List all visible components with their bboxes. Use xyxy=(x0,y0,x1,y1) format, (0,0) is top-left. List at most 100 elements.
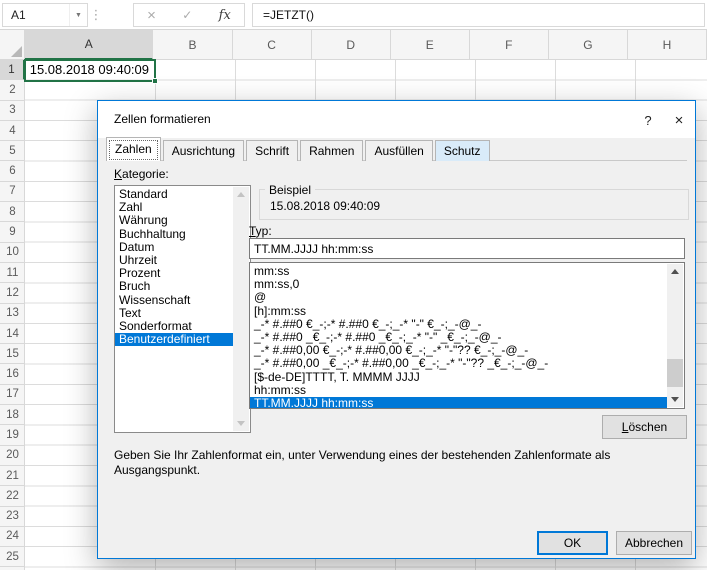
format-item[interactable]: _-* #.##0,00 _€_-;-* #.##0,00 _€_-;_-* "… xyxy=(250,357,667,370)
category-item[interactable]: Währung xyxy=(115,214,233,227)
format-listbox: mm:ssmm:ss,0@[h]:mm:ss_-* #.##0 €_-;-* #… xyxy=(249,262,685,409)
format-item[interactable]: mm:ss xyxy=(250,265,667,278)
dialog-help-button[interactable]: ? xyxy=(634,108,662,132)
category-item[interactable]: Bruch xyxy=(115,280,233,293)
format-item[interactable]: @ xyxy=(250,291,667,304)
category-item[interactable]: Uhrzeit xyxy=(115,254,233,267)
cancel-entry-icon[interactable]: × xyxy=(147,8,156,23)
formula-bar[interactable]: =JETZT() xyxy=(252,3,705,27)
row-header[interactable]: 22 xyxy=(0,486,25,506)
ok-button[interactable]: OK xyxy=(537,531,608,555)
row-header[interactable]: 1 xyxy=(0,60,25,80)
dialog-help-text: Geben Sie Ihr Zahlenformat ein, unter Ve… xyxy=(114,448,690,478)
formula-buttons: × ✓ fx xyxy=(133,3,245,27)
type-label: Typ: xyxy=(249,224,272,238)
insert-function-icon[interactable]: fx xyxy=(219,9,231,22)
scroll-down-button[interactable] xyxy=(233,416,249,431)
row-header[interactable]: 11 xyxy=(0,263,25,283)
row-header[interactable]: 24 xyxy=(0,527,25,547)
example-label: Beispiel xyxy=(265,183,315,197)
dialog-tab[interactable]: Ausfüllen xyxy=(365,140,432,161)
close-icon: × xyxy=(675,112,684,129)
row-header[interactable]: 9 xyxy=(0,222,25,242)
delete-button[interactable]: Löschen xyxy=(602,415,687,439)
row-header[interactable]: 18 xyxy=(0,405,25,425)
row-header[interactable]: 17 xyxy=(0,385,25,405)
format-item[interactable]: mm:ss,0 xyxy=(250,278,667,291)
row-header[interactable]: 7 xyxy=(0,182,25,202)
row-header[interactable]: 12 xyxy=(0,283,25,303)
active-cell-a1[interactable]: 15.08.2018 09:40:09 xyxy=(24,59,156,82)
column-header[interactable]: H xyxy=(628,30,707,60)
row-header[interactable]: 20 xyxy=(0,446,25,466)
category-scrollbar[interactable] xyxy=(233,187,249,431)
category-item[interactable]: Standard xyxy=(115,188,233,201)
scroll-up-button[interactable] xyxy=(233,187,249,202)
row-header[interactable]: 8 xyxy=(0,202,25,222)
column-header[interactable]: F xyxy=(470,30,549,60)
dialog-close-button[interactable]: × xyxy=(665,108,693,132)
category-item[interactable]: Sonderformat xyxy=(115,320,233,333)
dialog-tab[interactable]: Zahlen xyxy=(106,137,161,161)
example-value: 15.08.2018 09:40:09 xyxy=(270,199,380,213)
column-header[interactable]: A xyxy=(25,30,153,60)
row-header[interactable]: 6 xyxy=(0,161,25,181)
active-cell-value: 15.08.2018 09:40:09 xyxy=(26,61,154,77)
formula-strip: A1 ▼ ⋮ × ✓ fx =JETZT() xyxy=(0,0,707,30)
category-item[interactable]: Text xyxy=(115,307,233,320)
scroll-up-button[interactable] xyxy=(667,264,683,279)
row-header[interactable]: 2 xyxy=(0,80,25,100)
category-item[interactable]: Datum xyxy=(115,241,233,254)
category-item[interactable]: Prozent xyxy=(115,267,233,280)
format-item[interactable]: _-* #.##0 €_-;-* #.##0 €_-;_-* "-" €_-;_… xyxy=(250,318,667,331)
fill-handle[interactable] xyxy=(152,78,158,84)
scroll-thumb[interactable] xyxy=(667,359,683,387)
row-header[interactable]: 21 xyxy=(0,466,25,486)
dialog-tab[interactable]: Schutz xyxy=(435,140,490,161)
category-listbox: StandardZahlWährungBuchhaltungDatumUhrze… xyxy=(114,185,251,433)
select-all-corner[interactable] xyxy=(0,30,25,60)
format-item[interactable]: _-* #.##0,00 €_-;-* #.##0,00 €_-;_-* "-"… xyxy=(250,344,667,357)
row-header[interactable]: 3 xyxy=(0,101,25,121)
format-item[interactable]: _-* #.##0 _€_-;-* #.##0 _€_-;_-* "-" _€_… xyxy=(250,331,667,344)
row-header[interactable]: 5 xyxy=(0,141,25,161)
category-item[interactable]: Benutzerdefiniert xyxy=(115,333,233,346)
row-header[interactable]: 19 xyxy=(0,425,25,445)
cancel-button[interactable]: Abbrechen xyxy=(616,531,692,555)
dialog-tab[interactable]: Ausrichtung xyxy=(163,140,244,161)
name-box[interactable]: A1 ▼ xyxy=(2,3,88,27)
category-item[interactable]: Wissenschaft xyxy=(115,294,233,307)
confirm-entry-icon[interactable]: ✓ xyxy=(182,9,192,21)
row-header[interactable]: 16 xyxy=(0,364,25,384)
format-item[interactable]: [h]:mm:ss xyxy=(250,305,667,318)
row-header[interactable]: 14 xyxy=(0,324,25,344)
format-item[interactable]: [$-de-DE]TTTT, T. MMMM JJJJ xyxy=(250,371,667,384)
row-header[interactable]: 10 xyxy=(0,243,25,263)
example-groupbox: Beispiel 15.08.2018 09:40:09 xyxy=(259,189,689,220)
category-label: Kategorie: xyxy=(114,167,169,181)
row-header[interactable]: 15 xyxy=(0,344,25,364)
dialog-tab[interactable]: Schrift xyxy=(246,140,298,161)
category-item[interactable]: Buchhaltung xyxy=(115,228,233,241)
column-headers: ABCDEFGH xyxy=(25,30,707,60)
column-header[interactable]: G xyxy=(549,30,628,60)
format-item[interactable]: TT.MM.JJJJ hh:mm:ss xyxy=(250,397,667,409)
scroll-down-button[interactable] xyxy=(667,392,683,407)
category-item[interactable]: Zahl xyxy=(115,201,233,214)
dialog-titlebar[interactable]: Zellen formatieren ? × xyxy=(98,101,695,138)
row-header[interactable]: 13 xyxy=(0,304,25,324)
scroll-up-icon xyxy=(237,192,245,197)
row-header[interactable]: 23 xyxy=(0,507,25,527)
column-header[interactable]: B xyxy=(153,30,232,60)
format-item[interactable]: hh:mm:ss xyxy=(250,384,667,397)
dialog-tab[interactable]: Rahmen xyxy=(300,140,363,161)
column-header[interactable]: C xyxy=(233,30,312,60)
dialog-tabs: ZahlenAusrichtungSchriftRahmenAusfüllenS… xyxy=(106,137,492,161)
row-header[interactable]: 25 xyxy=(0,547,25,567)
type-input[interactable] xyxy=(249,238,685,259)
column-header[interactable]: D xyxy=(312,30,391,60)
name-box-dropdown[interactable]: ▼ xyxy=(69,4,87,26)
row-header[interactable]: 4 xyxy=(0,121,25,141)
column-header[interactable]: E xyxy=(391,30,470,60)
format-scrollbar[interactable] xyxy=(667,264,683,407)
